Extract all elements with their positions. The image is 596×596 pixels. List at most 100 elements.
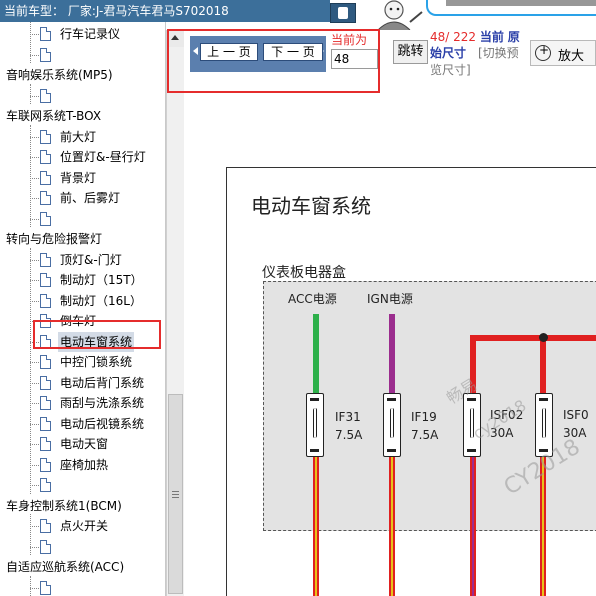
tree-item-label: 中控门锁系统	[60, 355, 133, 369]
acc-source-label: ACC电源	[288, 292, 337, 306]
tree-guide	[30, 514, 31, 555]
tree-connector	[30, 526, 39, 527]
tree-item-label: 车联网系统T-BOX	[6, 109, 102, 123]
tree-item[interactable]: 前大灯	[0, 127, 165, 147]
tree-item[interactable]: 行车记录仪	[0, 24, 165, 44]
tree-item[interactable]	[0, 537, 165, 557]
document-icon	[40, 293, 51, 308]
tree-item[interactable]: 中控门锁系统	[0, 352, 165, 372]
page-number-input[interactable]	[331, 49, 378, 69]
document-icon	[40, 355, 51, 369]
page-current: 48	[430, 30, 446, 44]
tree-guide	[30, 22, 31, 63]
fuse-box-label: 仪表板电器盒	[262, 265, 346, 281]
tree-item[interactable]	[0, 475, 165, 495]
scroll-thumb[interactable]	[168, 394, 183, 594]
tree-guide	[30, 247, 31, 494]
car-model-value: 厂家:J-君马汽车君马S702018	[67, 4, 229, 18]
tree-connector	[30, 546, 39, 548]
tree-item[interactable]: 电动天窗	[0, 434, 165, 454]
title-bar: 当前车型： 厂家:J-君马汽车君马S702018	[0, 0, 330, 22]
fuse-if31[interactable]	[306, 393, 324, 457]
tree-item[interactable]: 背景灯	[0, 168, 165, 188]
current-suffix: 当前	[479, 30, 504, 44]
tree-connector	[30, 300, 39, 302]
wire-out-2	[389, 456, 395, 596]
current-page-label: 当前为	[331, 33, 368, 47]
tree-item[interactable]: 顶灯&-门灯	[0, 250, 165, 270]
tree-item[interactable]	[0, 578, 165, 596]
original-size-link[interactable]: 始尺寸	[430, 44, 466, 61]
tree-item-label: 车身控制系统1(BCM)	[6, 498, 122, 513]
original-label: 原	[507, 30, 520, 44]
document-icon	[40, 47, 51, 62]
tree-item[interactable]	[0, 209, 165, 229]
tree-item[interactable]: 座椅加热	[0, 455, 165, 475]
tree-connector	[30, 157, 39, 158]
tree-connector	[30, 485, 39, 486]
document-icon	[40, 416, 51, 431]
tree-item-label: 背景灯	[60, 170, 97, 185]
document-icon	[40, 191, 51, 205]
document-icon	[40, 457, 51, 472]
tree-connector	[30, 198, 39, 199]
wire-bus-top	[470, 335, 596, 341]
tree-category[interactable]: 音响娱乐系统(MP5)	[0, 65, 165, 85]
tree-item[interactable]: 电动后视镜系统	[0, 414, 165, 434]
switch-preview-link[interactable]: [切换预	[478, 44, 519, 61]
tree-item-label: 前、后雾灯	[60, 191, 121, 205]
document-icon	[40, 273, 51, 287]
tree-item[interactable]: 前、后雾灯	[0, 188, 165, 208]
page-count: 48/ 222 当前 原	[430, 30, 520, 44]
title-bar-button[interactable]	[330, 3, 356, 23]
catalog-tree[interactable]: 行车记录仪音响娱乐系统(MP5) 车联网系统T-BOX 前大灯 位置灯&-昼行灯背景灯…	[0, 22, 166, 596]
tree-connector	[30, 362, 39, 363]
grip-icon	[172, 491, 179, 498]
tree-item-label: 制动灯（15T）	[60, 273, 143, 287]
ign-source-label: IGN电源	[367, 292, 413, 306]
tree-connector	[30, 218, 39, 220]
fuse-if31-label: IF31 7.5A	[335, 410, 363, 442]
jump-button[interactable]: 跳转	[393, 40, 428, 64]
tree-item[interactable]: 制动灯（15T）	[0, 270, 165, 290]
tree-item-label: 电动后视镜系统	[60, 416, 145, 431]
tree-scrollbar[interactable]	[166, 30, 184, 596]
switch-preview-link-cont[interactable]: 览尺寸]	[430, 61, 471, 78]
tree-item-label: 行车记录仪	[60, 27, 121, 41]
mascot-icon	[377, 0, 423, 30]
wire-bus-mid	[540, 335, 546, 395]
fuse-if19[interactable]	[383, 393, 401, 457]
tree-guide	[30, 575, 31, 596]
tree-item-label: 电动天窗	[60, 437, 109, 451]
document-icon	[40, 396, 51, 410]
tree-item[interactable]: 雨刮与洗涤系统	[0, 393, 165, 413]
document-icon	[40, 539, 51, 554]
tree-item[interactable]: 点火开关	[0, 516, 165, 536]
tree-category[interactable]: 车身控制系统1(BCM)	[0, 496, 165, 516]
document-icon	[40, 150, 51, 164]
window-icon	[338, 7, 348, 19]
tree-guide	[30, 83, 31, 104]
tree-item[interactable]: 制动灯（16L）	[0, 291, 165, 311]
selection-highlight	[33, 320, 161, 349]
diagram-title: 电动车窗系统	[251, 194, 371, 218]
junction-dot	[539, 333, 548, 342]
tree-item[interactable]: 电动后背门系统	[0, 373, 165, 393]
document-icon	[40, 170, 51, 185]
tree-category[interactable]: 转向与危险报警灯	[0, 229, 165, 249]
tree-item[interactable]	[0, 45, 165, 65]
tree-connector	[30, 259, 39, 261]
zoom-in-button[interactable]: 放大	[530, 40, 596, 66]
tree-item[interactable]: 位置灯&-昼行灯	[0, 147, 165, 167]
page-total: 222	[453, 30, 477, 44]
tree-connector	[30, 280, 39, 281]
document-icon	[40, 478, 51, 492]
tree-guide	[30, 124, 31, 227]
tree-category[interactable]: 自适应巡航系统(ACC)	[0, 557, 165, 577]
document-icon	[40, 27, 51, 41]
tree-connector	[30, 95, 39, 97]
tree-category[interactable]: 车联网系统T-BOX	[0, 106, 165, 126]
tree-connector	[30, 587, 39, 589]
car-model-label: 当前车型：	[4, 4, 65, 18]
tree-item[interactable]	[0, 86, 165, 106]
